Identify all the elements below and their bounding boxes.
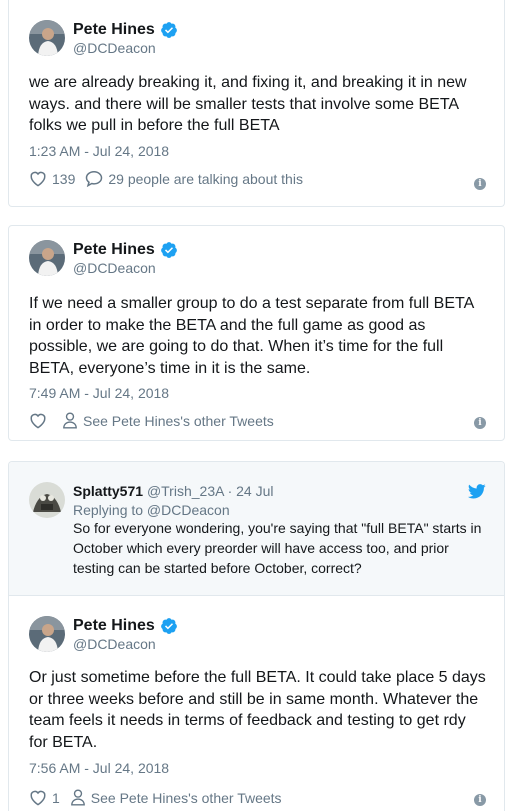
other-tweets-text: See Pete Hines's other Tweets	[83, 412, 274, 429]
quoted-date[interactable]: · 24 Jul	[228, 483, 274, 499]
speech-bubble-icon	[86, 170, 103, 187]
verified-badge-icon	[160, 617, 177, 634]
info-icon[interactable]: i	[474, 794, 486, 806]
author-avatar[interactable]	[29, 20, 65, 56]
author-avatar[interactable]	[29, 240, 65, 276]
like-count: 1	[52, 789, 60, 806]
author-handle[interactable]: @DCDeacon	[73, 635, 178, 653]
heart-icon	[30, 413, 46, 429]
tweet-timestamp[interactable]: 7:56 AM - Jul 24, 2018	[29, 760, 169, 776]
heart-icon	[30, 171, 46, 187]
twitter-bird-icon[interactable]	[468, 484, 486, 499]
quoted-author-name[interactable]: Splatty571	[73, 483, 143, 499]
other-tweets-text: See Pete Hines's other Tweets	[90, 789, 282, 806]
tweet-timestamp[interactable]: 7:49 AM - Jul 24, 2018	[29, 385, 169, 401]
like-button[interactable]: 1	[29, 789, 60, 806]
talking-text: 29 people are talking about this	[108, 170, 303, 187]
quoted-header: Splatty571 @Trish_23A · 24 Jul	[73, 483, 273, 499]
info-icon[interactable]: i	[474, 178, 486, 190]
author-handle[interactable]: @DCDeacon	[73, 39, 178, 57]
author-name-text[interactable]: Pete Hines	[73, 240, 155, 259]
verified-badge-icon	[160, 241, 177, 258]
tweet-text: we are already breaking it, and fixing i…	[29, 74, 467, 134]
tweet-card-1: Pete Hines @DCDeacon we are already brea…	[8, 0, 505, 207]
person-icon	[63, 412, 77, 429]
other-tweets-link[interactable]: See Pete Hines's other Tweets	[70, 789, 282, 806]
other-tweets-link[interactable]: See Pete Hines's other Tweets	[62, 412, 274, 429]
tweet-timestamp[interactable]: 1:23 AM - Jul 24, 2018	[29, 143, 169, 159]
tweet-text: Or just sometime before the full BETA. I…	[29, 669, 486, 751]
like-count: 139	[52, 170, 76, 187]
quoted-tweet[interactable]: Splatty571 @Trish_23A · 24 Jul Replying …	[9, 462, 504, 596]
author-name[interactable]: Pete Hines	[73, 616, 178, 635]
like-button[interactable]	[29, 412, 52, 429]
conversation-link[interactable]: 29 people are talking about this	[85, 170, 303, 187]
heart-icon	[30, 790, 46, 806]
tweet-card-2: Pete Hines @DCDeacon If we need a smalle…	[8, 225, 505, 441]
author-name[interactable]: Pete Hines	[73, 20, 178, 39]
tweet-text: If we need a smaller group to do a test …	[29, 295, 474, 377]
verified-badge-icon	[160, 21, 177, 38]
tweet-card-3: Splatty571 @Trish_23A · 24 Jul Replying …	[8, 461, 505, 811]
author-name[interactable]: Pete Hines	[73, 240, 178, 259]
quoted-author-handle[interactable]: @Trish_23A	[147, 483, 224, 499]
author-name-text[interactable]: Pete Hines	[73, 20, 155, 39]
author-avatar[interactable]	[29, 616, 65, 652]
person-icon	[70, 789, 85, 806]
replying-to[interactable]: Replying to @DCDeacon	[73, 502, 230, 518]
author-handle[interactable]: @DCDeacon	[73, 259, 178, 277]
quoted-author-avatar[interactable]	[29, 482, 65, 518]
author-name-text[interactable]: Pete Hines	[73, 616, 155, 635]
info-icon[interactable]: i	[474, 417, 486, 429]
like-button[interactable]: 139	[29, 170, 75, 187]
quoted-text: So for everyone wondering, you're saying…	[73, 520, 482, 576]
